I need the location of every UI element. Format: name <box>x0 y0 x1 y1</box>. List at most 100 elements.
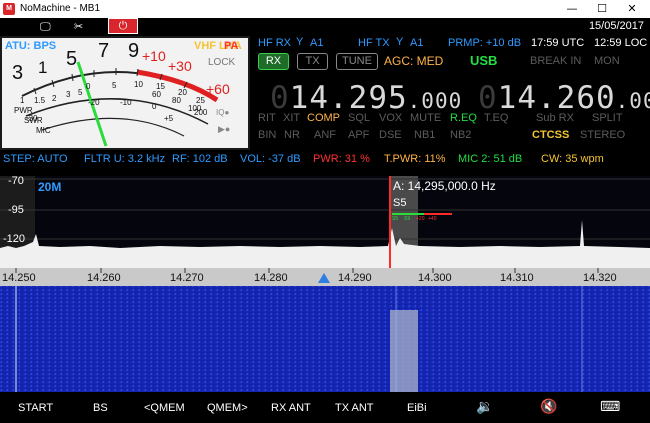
eibi-button[interactable]: EiBi <box>407 402 427 414</box>
nb2-toggle[interactable]: NB2 <box>450 129 471 141</box>
marker-frequency: A: 14,295,000.0 Hz <box>393 179 496 193</box>
start-button[interactable]: START <box>18 402 53 414</box>
comp-toggle[interactable]: COMP <box>307 112 340 124</box>
local-time: 12:59 LOC <box>594 37 648 49</box>
mic-side-label: MIC <box>36 126 51 135</box>
tx-frequency[interactable]: 014.260.000 <box>478 80 650 116</box>
mute-toggle[interactable]: MUTE <box>410 112 441 124</box>
db-scale-5: +5 <box>164 114 174 123</box>
split-toggle[interactable]: SPLIT <box>592 112 623 124</box>
db-label-70: -70 <box>8 175 24 187</box>
tx-button[interactable]: TX <box>297 53 328 70</box>
tx-freq-sub: .000 <box>615 89 650 113</box>
spectrum-display[interactable]: -70 -95 -120 20M A: 14,295,000.0 Hz S5 S… <box>0 175 650 286</box>
rx-ant-button[interactable]: RX ANT <box>271 402 311 414</box>
s-tick-40: +40 <box>428 216 437 222</box>
nomachine-icon: M <box>3 3 15 15</box>
nr-toggle[interactable]: NR <box>284 129 300 141</box>
stereo-toggle[interactable]: STEREO <box>580 129 625 141</box>
hf-rx-label[interactable]: HF RX <box>258 37 291 49</box>
tune-power-status[interactable]: T.PWR: 11% <box>384 153 446 165</box>
power-status[interactable]: PWR: 31 % <box>313 153 370 165</box>
s-label-3: 3 <box>12 62 24 84</box>
nb1-toggle[interactable]: NB1 <box>414 129 435 141</box>
freq-axis-14270: 14.270 <box>170 272 204 284</box>
freq-axis-14300: 14.300 <box>418 272 452 284</box>
waterfall-plot <box>0 286 650 392</box>
qmem-next-button[interactable]: QMEM> <box>207 402 248 414</box>
power-scale-0: 0 <box>86 82 91 91</box>
dse-toggle[interactable]: DSE <box>379 129 402 141</box>
pwr-side-label: PWR <box>14 106 33 115</box>
status-row: STEP: AUTO FLTR U: 3.2 kHz RF: 102 dB VO… <box>0 150 650 172</box>
pa-toggle[interactable]: PA <box>224 40 238 52</box>
plus-label-30: +30 <box>168 58 192 74</box>
db-scale-10: -10 <box>120 98 132 107</box>
freq-axis-14310: 14.310 <box>500 272 534 284</box>
band-label[interactable]: 20M <box>38 180 61 194</box>
tx-antenna-label[interactable]: A1 <box>410 37 423 49</box>
db-scale-20: -20 <box>88 98 100 107</box>
sub-rx-toggle[interactable]: Sub RX <box>536 112 574 124</box>
cw-speed-status[interactable]: CW: 35 wpm <box>541 153 604 165</box>
anf-toggle[interactable]: ANF <box>314 129 336 141</box>
ctcss-toggle[interactable]: CTCSS <box>532 129 569 141</box>
minimize-button[interactable]: — <box>560 1 584 17</box>
s-tick-s9: S9 <box>404 216 411 222</box>
sql-toggle[interactable]: SQL <box>348 112 370 124</box>
xit-toggle[interactable]: XIT <box>283 112 300 124</box>
filter-status[interactable]: FLTR U: 3.2 kHz <box>84 153 165 165</box>
mute-icon[interactable]: 🔇 <box>540 399 557 415</box>
swr-scale-2: 2 <box>52 94 57 103</box>
rx-freq-sub: .000 <box>407 89 463 113</box>
window-title: NoMachine - MB1 <box>20 3 101 14</box>
preamp-label[interactable]: PRMP: +10 dB <box>448 37 521 49</box>
mic-gain-status[interactable]: MIC 2: 51 dB <box>458 153 522 165</box>
swr-side-label: SWR <box>24 116 43 125</box>
rx-antenna-icon: Y <box>296 36 304 48</box>
tools-icon[interactable]: ✂ <box>74 20 83 33</box>
atu-status[interactable]: ATU: BPS <box>5 40 56 52</box>
monitor-icon[interactable]: 🖵 <box>40 20 51 34</box>
swr-scale-1: 1 <box>20 96 25 105</box>
rx-frequency[interactable]: 014.295.000 <box>270 80 462 116</box>
waterfall-display[interactable] <box>0 286 650 392</box>
alc-scale-80: 80 <box>172 96 181 105</box>
hf-tx-label[interactable]: HF TX <box>358 37 390 49</box>
tx-ant-button[interactable]: TX ANT <box>335 402 374 414</box>
req-toggle[interactable]: R.EQ <box>450 112 477 124</box>
rx-button[interactable]: RX <box>258 53 289 70</box>
teq-toggle[interactable]: T.EQ <box>484 112 508 124</box>
step-status[interactable]: STEP: AUTO <box>3 153 68 165</box>
rf-gain-status[interactable]: RF: 102 dB <box>172 153 228 165</box>
monitor-toggle[interactable]: MON <box>594 55 620 67</box>
play-icon[interactable]: ▶● <box>218 124 230 135</box>
s-reading: S5 <box>393 197 407 209</box>
mode-usb[interactable]: USB <box>470 53 497 68</box>
rx-antenna-label[interactable]: A1 <box>310 37 323 49</box>
bin-toggle[interactable]: BIN <box>258 129 276 141</box>
agc-label[interactable]: AGC: MED <box>384 54 443 68</box>
volume-down-icon[interactable]: 🔉 <box>476 399 493 415</box>
power-scale-10: 10 <box>134 80 143 89</box>
vox-toggle[interactable]: VOX <box>379 112 402 124</box>
volume-status[interactable]: VOL: -37 dB <box>240 153 301 165</box>
power-button[interactable]: ⏻ <box>108 18 138 34</box>
iq-indicator: IQ● <box>216 108 230 117</box>
qmem-prev-button[interactable]: <QMEM <box>144 402 185 414</box>
bs-button[interactable]: BS <box>93 402 108 414</box>
lock-toggle[interactable]: LOCK <box>208 57 235 68</box>
freq-axis-14290: 14.290 <box>338 272 372 284</box>
s-label-7: 7 <box>98 40 110 62</box>
apf-toggle[interactable]: APF <box>348 129 369 141</box>
keyboard-icon[interactable]: ⌨ <box>600 399 620 415</box>
tune-button[interactable]: TUNE <box>336 53 378 70</box>
maximize-button[interactable]: ☐ <box>590 1 614 17</box>
db-label-95: -95 <box>8 204 24 216</box>
break-in-toggle[interactable]: BREAK IN <box>530 55 581 67</box>
swr-scale-3: 3 <box>66 90 71 99</box>
date-label: 15/05/2017 <box>588 20 644 32</box>
rit-toggle[interactable]: RIT <box>258 112 276 124</box>
close-button[interactable]: ✕ <box>620 1 644 17</box>
spectrum-plot <box>0 176 650 286</box>
